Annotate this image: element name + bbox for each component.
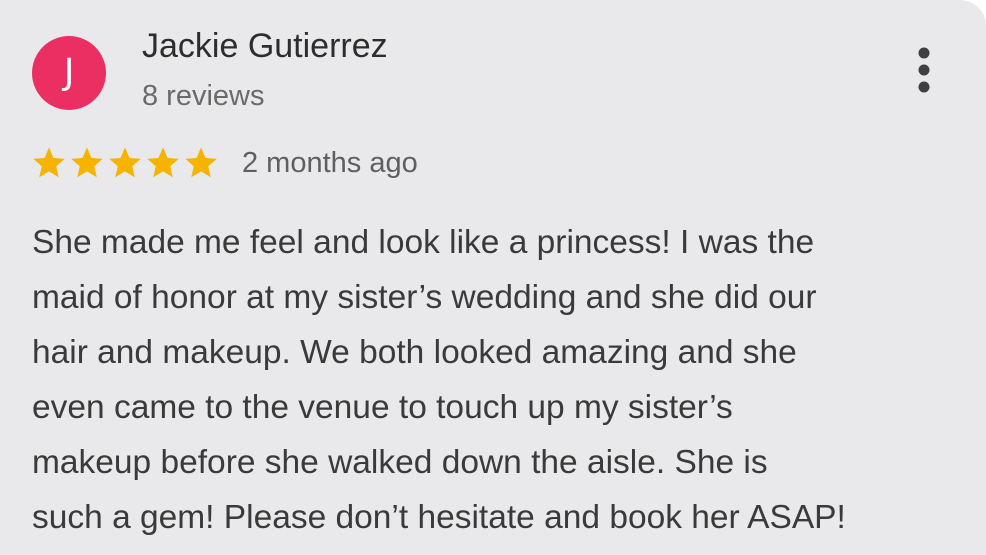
review-text-line: She made me feel and look like a princes… <box>32 224 815 261</box>
star-icon <box>144 144 182 182</box>
review-text: She made me feel and look like a princes… <box>32 215 967 545</box>
review-count: 8 reviews <box>142 80 265 112</box>
more-vert-icon <box>906 44 942 98</box>
review-text-line: even came to the venue to touch up my si… <box>32 389 733 426</box>
star-icon <box>106 144 144 182</box>
star-icon <box>68 144 106 182</box>
review-text-line: hair and makeup. We both looked amazing … <box>32 334 797 371</box>
rating-row: 2 months ago <box>30 143 418 183</box>
star-icon <box>182 144 220 182</box>
star-rating <box>30 144 220 182</box>
avatar[interactable]: J <box>32 36 106 110</box>
review-text-line: makeup before she walked down the aisle.… <box>32 444 768 481</box>
review-text-line: such a gem! Please don’t hesitate and bo… <box>32 499 846 536</box>
avatar-initial: J <box>63 52 75 93</box>
reviewer-name[interactable]: Jackie Gutierrez <box>142 27 388 66</box>
review-timestamp: 2 months ago <box>242 146 418 179</box>
more-options-button[interactable] <box>906 44 942 98</box>
star-icon <box>30 144 68 182</box>
review-text-line: maid of honor at my sister’s wedding and… <box>32 279 817 316</box>
review-card: J Jackie Gutierrez 8 reviews 2 months ag… <box>0 0 986 555</box>
